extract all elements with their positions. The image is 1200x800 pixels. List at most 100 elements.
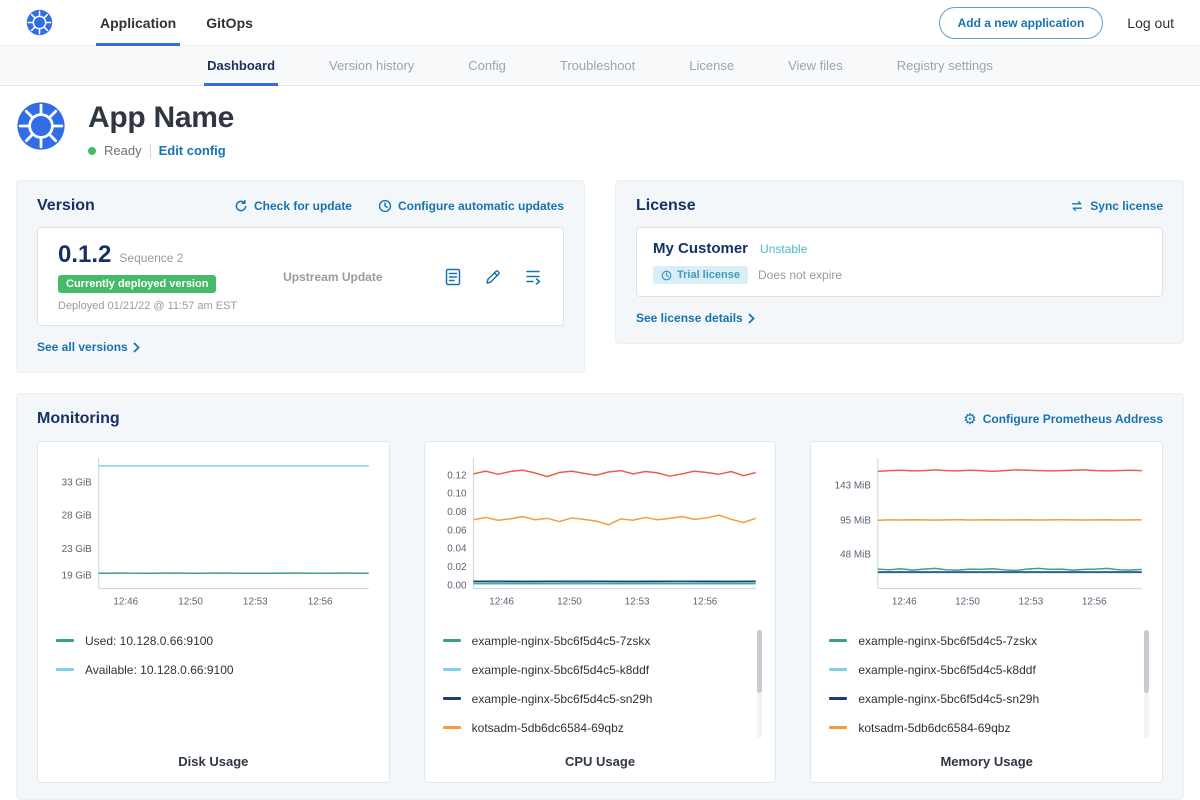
legend-swatch (443, 639, 461, 642)
chevron-right-icon (748, 313, 756, 324)
sync-license-link[interactable]: Sync license (1070, 199, 1163, 213)
nav-tab-gitops[interactable]: GitOps (191, 0, 268, 46)
legend-swatch (829, 697, 847, 700)
nav-tab-application[interactable]: Application (85, 0, 191, 46)
status-dot (88, 147, 96, 155)
legend-scrollbar-thumb[interactable] (1144, 630, 1149, 693)
upstream-update-label: Upstream Update (283, 270, 382, 284)
subnav-tab-license[interactable]: License (662, 46, 761, 85)
cpu-usage-chart-card: 0.120.100.080.060.040.020.0012:4612:5012… (424, 441, 777, 783)
legend-label: example-nginx-5bc6f5d4c5-sn29h (472, 692, 653, 706)
view-diff-icon[interactable] (523, 267, 543, 287)
subnav-tab-config[interactable]: Config (441, 46, 533, 85)
disk-usage-plot: 33 GiB28 GiB23 GiB19 GiB12:4612:5012:531… (50, 454, 377, 612)
version-sequence: Sequence 2 (119, 251, 183, 265)
legend-swatch (829, 639, 847, 642)
svg-text:0.00: 0.00 (447, 580, 467, 591)
legend-item: example-nginx-5bc6f5d4c5-k8ddf (443, 655, 748, 684)
svg-text:23 GiB: 23 GiB (62, 544, 93, 555)
subnav-tab-troubleshoot[interactable]: Troubleshoot (533, 46, 662, 85)
disk-usage-chart-card: 33 GiB28 GiB23 GiB19 GiB12:4612:5012:531… (37, 441, 390, 783)
clock-icon (378, 199, 392, 213)
legend-swatch (443, 668, 461, 671)
legend-scrollbar[interactable] (757, 630, 762, 738)
svg-text:0.10: 0.10 (447, 489, 467, 500)
edit-config-icon[interactable] (483, 267, 503, 287)
customer-name: My Customer (653, 240, 748, 257)
memory-usage-plot: 143 MiB95 MiB48 MiB12:4612:5012:5312:56 (823, 454, 1150, 612)
svg-text:12:50: 12:50 (557, 596, 582, 607)
legend-label: kotsadm-5db6dc6584-69qbz (858, 721, 1010, 735)
cpu-usage-plot: 0.120.100.080.060.040.020.0012:4612:5012… (437, 454, 764, 612)
legend-label: Used: 10.128.0.66:9100 (85, 634, 213, 648)
gear-icon: ⚙ (963, 412, 976, 427)
license-box: My Customer Unstable Trial license Does … (636, 227, 1163, 297)
chart-legend: example-nginx-5bc6f5d4c5-7zskx example-ng… (829, 626, 1134, 742)
subnav-tab-dashboard[interactable]: Dashboard (180, 46, 302, 85)
legend-scrollbar-thumb[interactable] (757, 630, 762, 693)
svg-text:12:53: 12:53 (1019, 596, 1044, 607)
kubernetes-logo-icon[interactable] (26, 9, 53, 36)
legend-item: example-nginx-5bc6f5d4c5-7zskx (443, 626, 748, 655)
release-notes-icon[interactable] (443, 267, 463, 287)
svg-text:12:50: 12:50 (178, 596, 203, 607)
svg-text:12:56: 12:56 (308, 596, 333, 607)
legend-label: example-nginx-5bc6f5d4c5-7zskx (858, 634, 1037, 648)
logout-link[interactable]: Log out (1127, 15, 1174, 31)
disk-usage-legend: Used: 10.128.0.66:9100 Available: 10.128.… (50, 626, 377, 684)
svg-text:0.08: 0.08 (447, 507, 467, 518)
legend-swatch (56, 668, 74, 671)
subnav-tab-version-history[interactable]: Version history (302, 46, 441, 85)
svg-text:12:53: 12:53 (243, 596, 268, 607)
subnav-tab-view-files[interactable]: View files (761, 46, 870, 85)
see-license-details-link[interactable]: See license details (636, 311, 756, 325)
check-for-update-link[interactable]: Check for update (234, 199, 352, 213)
top-nav-tabs: Application GitOps (85, 0, 268, 46)
monitoring-title: Monitoring (37, 410, 120, 428)
svg-text:12:56: 12:56 (692, 596, 717, 607)
license-channel: Unstable (760, 242, 807, 256)
svg-text:48 MiB: 48 MiB (841, 549, 872, 560)
legend-swatch (829, 726, 847, 729)
svg-text:19 GiB: 19 GiB (62, 571, 93, 582)
cpu-usage-legend: example-nginx-5bc6f5d4c5-7zskx example-ng… (437, 626, 764, 742)
legend-label: example-nginx-5bc6f5d4c5-sn29h (858, 692, 1039, 706)
svg-text:33 GiB: 33 GiB (62, 477, 93, 488)
license-card: License Sync license My Customer Unstabl… (615, 180, 1184, 344)
legend-item: example-nginx-5bc6f5d4c5-sn29h (443, 684, 748, 713)
configure-automatic-updates-link[interactable]: Configure automatic updates (378, 199, 564, 213)
subnav-tab-registry-settings[interactable]: Registry settings (870, 46, 1020, 85)
add-application-button[interactable]: Add a new application (939, 7, 1104, 39)
chevron-right-icon (133, 342, 141, 353)
see-all-versions-link[interactable]: See all versions (37, 340, 141, 354)
svg-text:143 MiB: 143 MiB (835, 481, 872, 492)
legend-label: example-nginx-5bc6f5d4c5-k8ddf (472, 663, 649, 677)
svg-text:95 MiB: 95 MiB (841, 515, 872, 526)
chart-title-memory: Memory Usage (823, 742, 1150, 769)
legend-item: example-nginx-5bc6f5d4c5-sn29h (829, 684, 1134, 713)
memory-usage-legend: example-nginx-5bc6f5d4c5-7zskx example-ng… (823, 626, 1150, 742)
legend-scrollbar[interactable] (1144, 630, 1149, 738)
legend-label: Available: 10.128.0.66:9100 (85, 663, 234, 677)
configure-prometheus-link[interactable]: ⚙ Configure Prometheus Address (963, 412, 1163, 427)
legend-swatch (443, 697, 461, 700)
license-card-title: License (636, 197, 696, 215)
chart-title-disk: Disk Usage (50, 742, 377, 769)
current-version-box: 0.1.2 Sequence 2 Currently deployed vers… (37, 227, 564, 326)
legend-label: example-nginx-5bc6f5d4c5-7zskx (472, 634, 651, 648)
deployed-badge: Currently deployed version (58, 275, 216, 293)
cards-row: Version Check for update Configure autom… (0, 168, 1200, 373)
app-header: App Name Ready Edit config (0, 86, 1200, 168)
license-expiration: Does not expire (758, 268, 842, 282)
legend-label: example-nginx-5bc6f5d4c5-k8ddf (858, 663, 1035, 677)
app-icon (16, 101, 66, 151)
chart-legend: Used: 10.128.0.66:9100 Available: 10.128.… (56, 626, 361, 684)
legend-swatch (56, 639, 74, 642)
svg-text:12:46: 12:46 (489, 596, 514, 607)
version-card: Version Check for update Configure autom… (16, 180, 585, 373)
svg-text:0.12: 0.12 (447, 470, 466, 481)
edit-config-link[interactable]: Edit config (159, 143, 226, 158)
monitoring-card: Monitoring ⚙ Configure Prometheus Addres… (16, 393, 1184, 800)
app-title: App Name (88, 101, 234, 135)
svg-text:12:56: 12:56 (1082, 596, 1107, 607)
